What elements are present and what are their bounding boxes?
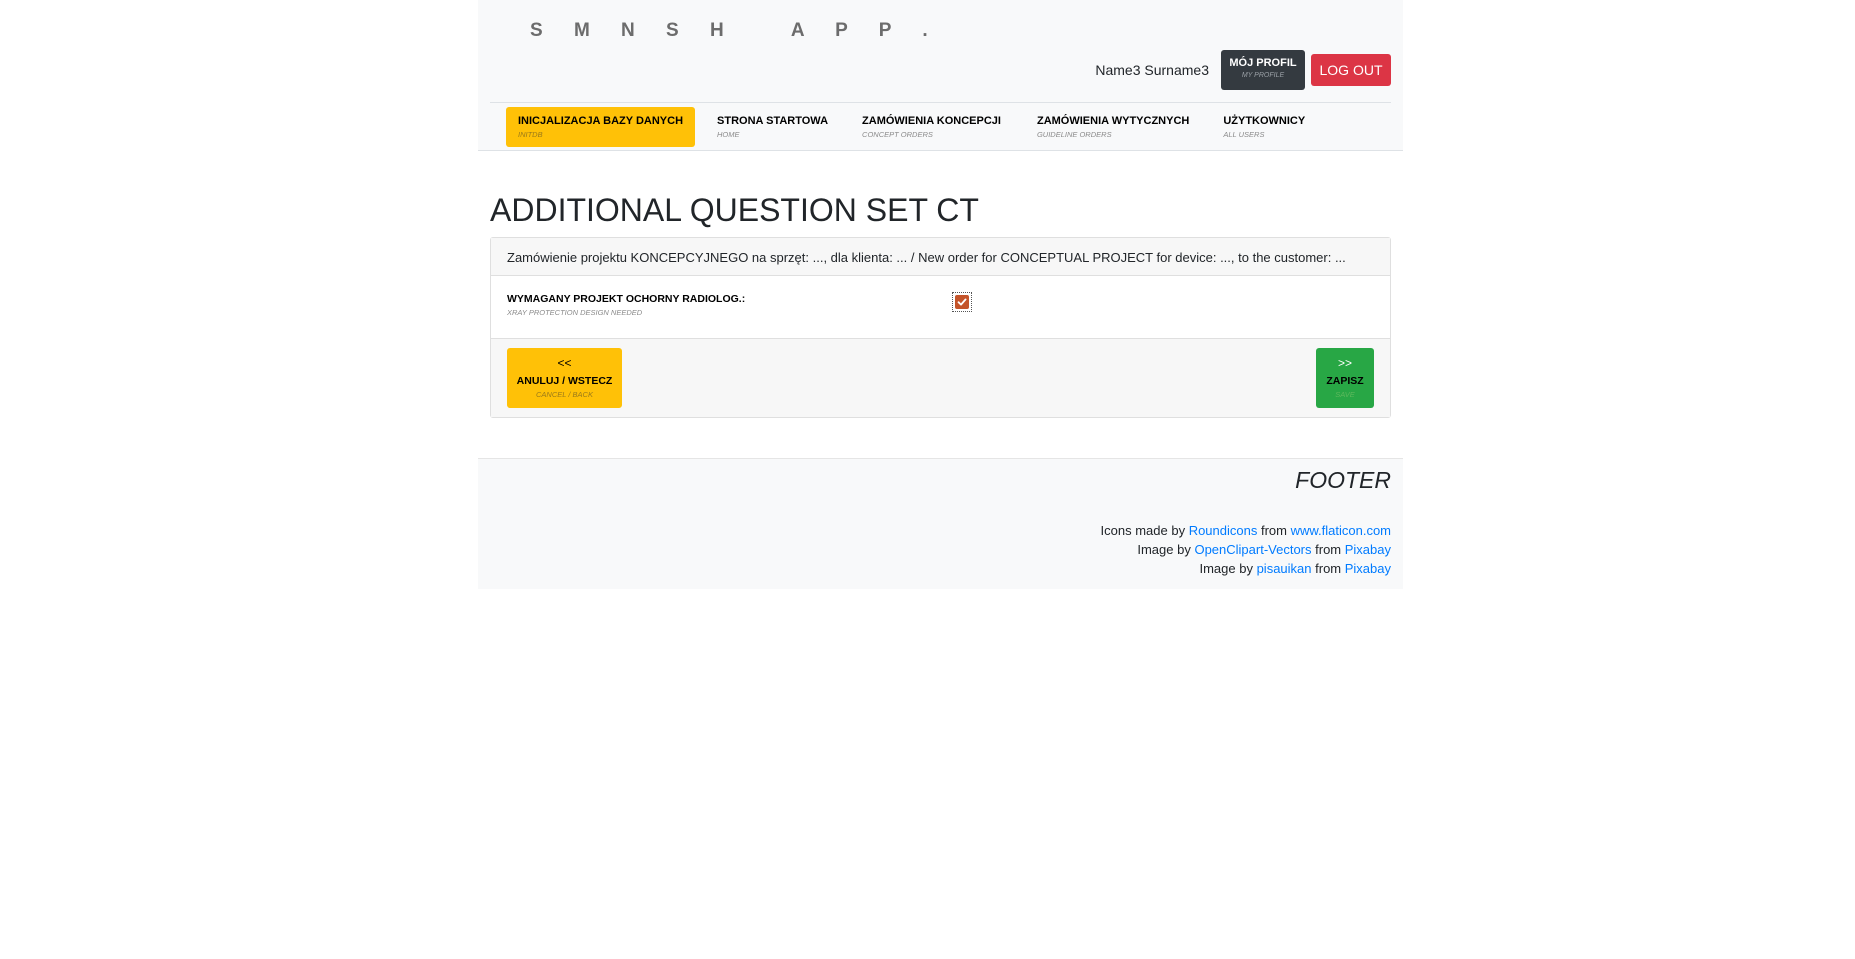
question-set-card: Zamówienie projektu KONCEPCYJNEGO na spr… [490, 237, 1391, 418]
credit-text: Image by [1199, 561, 1257, 576]
nav-item-label: UŻYTKOWNICY [1223, 115, 1306, 127]
my-profile-button-sublabel: MY PROFILE [1241, 72, 1285, 79]
main-nav: INICJALIZACJA BAZY DANYCH INITDB STRONA … [506, 107, 1325, 147]
credit-text: Image by [1137, 542, 1195, 557]
user-name: Name3 Surname3 [1095, 62, 1209, 78]
nav-item-sublabel: CONCEPT ORDERS [862, 130, 933, 139]
nav-item-guideline-orders[interactable]: ZAMÓWIENIA WYTYCZNYCH GUIDELINE ORDERS [1025, 107, 1201, 147]
logout-button[interactable]: LOG OUT [1311, 54, 1391, 86]
save-button-label: ZAPISZ [1326, 375, 1364, 387]
back-button-sublabel: CANCEL / BACK [536, 390, 593, 399]
credit-line-icons: Icons made by Roundicons from www.flatic… [1101, 521, 1391, 540]
checkmark-icon [957, 298, 967, 306]
brand-title: S M N S H A P P . [530, 20, 941, 41]
link-pixabay[interactable]: Pixabay [1345, 542, 1391, 557]
nav-item-label: ZAMÓWIENIA KONCEPCJI [862, 115, 1001, 127]
page-footer: FOOTER Icons made by Roundicons from www… [478, 458, 1403, 589]
back-arrow-icon: << [557, 356, 572, 370]
credit-text: from [1311, 561, 1345, 576]
my-profile-button-label: MÓJ PROFIL [1229, 57, 1297, 69]
nav-item-sublabel: ALL USERS [1223, 130, 1265, 139]
credit-text: from [1311, 542, 1345, 557]
xray-protection-checkbox[interactable] [952, 292, 972, 312]
nav-item-label: STRONA STARTOWA [717, 115, 829, 127]
link-pixabay[interactable]: Pixabay [1345, 561, 1391, 576]
nav-item-sublabel: INITDB [518, 130, 543, 139]
nav-item-label: ZAMÓWIENIA WYTYCZNYCH [1036, 115, 1190, 127]
field-label-main: WYMAGANY PROJEKT OCHORNY RADIOLOG.: [507, 293, 746, 305]
page-title: ADDITIONAL QUESTION SET CT [490, 192, 979, 228]
order-description: Zamówienie projektu KONCEPCYJNEGO na spr… [491, 238, 1390, 276]
xray-protection-label: WYMAGANY PROJEKT OCHORNY RADIOLOG.: XRAY… [507, 293, 745, 317]
link-openclipart-vectors[interactable]: OpenClipart-Vectors [1194, 542, 1311, 557]
checkbox-checked-state [955, 295, 969, 309]
nav-item-home[interactable]: STRONA STARTOWA HOME [705, 107, 840, 147]
nav-item-label: INICJALIZACJA BAZY DANYCH [518, 115, 684, 127]
cancel-back-button[interactable]: << ANULUJ / WSTECZ CANCEL / BACK [507, 348, 622, 408]
nav-item-initdb[interactable]: INICJALIZACJA BAZY DANYCH INITDB [506, 107, 696, 147]
link-roundicons[interactable]: Roundicons [1189, 523, 1258, 538]
my-profile-button[interactable]: MÓJ PROFIL MY PROFILE [1221, 50, 1305, 90]
credit-line-image-1: Image by OpenClipart-Vectors from Pixaba… [1101, 540, 1391, 559]
save-button-sublabel: SAVE [1335, 390, 1355, 399]
credit-text: Icons made by [1100, 523, 1189, 538]
credit-text: from [1257, 523, 1291, 538]
top-header: S M N S H A P P . Name3 Surname3 MÓJ PRO… [478, 0, 1403, 151]
footer-title: FOOTER [1295, 467, 1391, 493]
footer-credits: Icons made by Roundicons from www.flatic… [1101, 521, 1391, 578]
link-pisauikan[interactable]: pisauikan [1257, 561, 1312, 576]
credit-line-image-2: Image by pisauikan from Pixabay [1101, 559, 1391, 578]
save-button[interactable]: >> ZAPISZ SAVE [1316, 348, 1374, 408]
question-row: WYMAGANY PROJEKT OCHORNY RADIOLOG.: XRAY… [491, 276, 1390, 339]
card-actions: << ANULUJ / WSTECZ CANCEL / BACK >> ZAPI… [491, 339, 1390, 417]
field-label-sub: XRAY PROTECTION DESIGN NEEDED [507, 308, 643, 317]
user-bar: Name3 Surname3 MÓJ PROFIL MY PROFILE LOG… [1095, 50, 1391, 90]
nav-item-concept-orders[interactable]: ZAMÓWIENIA KONCEPCJI CONCEPT ORDERS [850, 107, 1013, 147]
nav-item-all-users[interactable]: UŻYTKOWNICY ALL USERS [1211, 107, 1317, 147]
nav-item-sublabel: HOME [717, 130, 740, 139]
forward-arrow-icon: >> [1337, 356, 1352, 370]
link-flaticon[interactable]: www.flaticon.com [1291, 523, 1391, 538]
back-button-label: ANULUJ / WSTECZ [516, 375, 613, 387]
nav-item-sublabel: GUIDELINE ORDERS [1036, 130, 1112, 139]
nav-divider [490, 102, 1391, 103]
